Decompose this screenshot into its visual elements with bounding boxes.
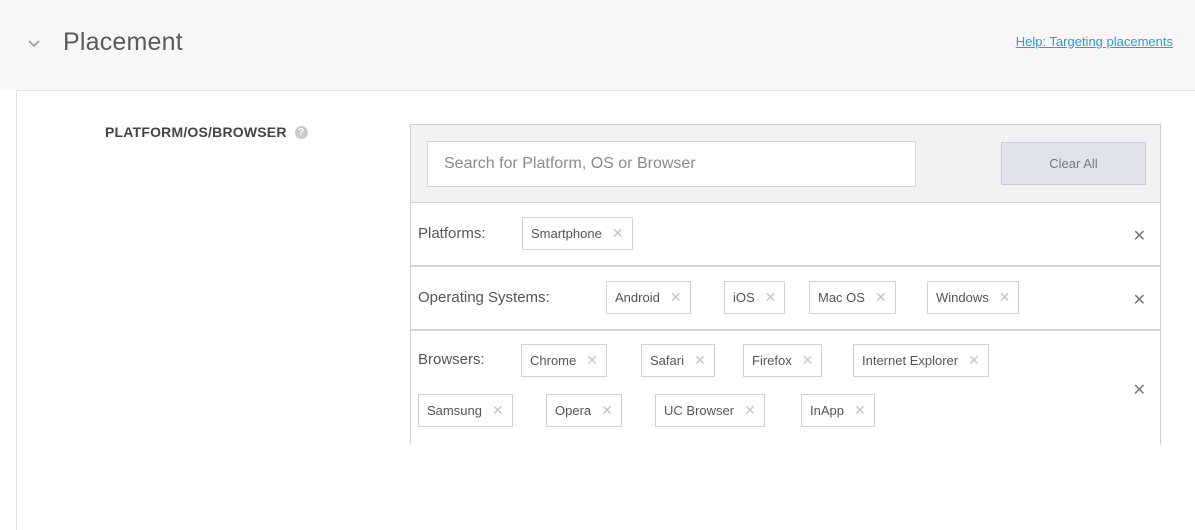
- chip-safari: Safari ✕: [641, 344, 715, 377]
- chip-ios: iOS ✕: [724, 281, 786, 314]
- field-label-text: PLATFORM/OS/BROWSER: [105, 124, 287, 140]
- browsers-label: Browsers:: [418, 351, 485, 368]
- chip-mac-os: Mac OS ✕: [809, 281, 896, 314]
- close-icon[interactable]: ✕: [670, 289, 682, 306]
- chip-inapp: InApp ✕: [801, 394, 875, 427]
- chip-label: Firefox: [752, 353, 792, 368]
- chip-windows: Windows ✕: [927, 281, 1020, 314]
- chip-android: Android ✕: [606, 281, 691, 314]
- chip-label: Mac OS: [818, 290, 865, 305]
- section-header: Placement Help: Targeting placements: [0, 0, 1195, 90]
- chip-label: Safari: [650, 353, 684, 368]
- close-icon[interactable]: ✕: [968, 352, 980, 369]
- chip-label: Internet Explorer: [862, 353, 959, 368]
- chip-label: UC Browser: [664, 403, 735, 418]
- chip-opera: Opera ✕: [546, 394, 622, 427]
- chip-label: Opera: [555, 403, 592, 418]
- chip-chrome: Chrome ✕: [521, 344, 607, 377]
- help-targeting-link[interactable]: Help: Targeting placements: [1016, 34, 1173, 49]
- operating-systems-label: Operating Systems:: [418, 289, 550, 306]
- close-icon[interactable]: ✕: [601, 402, 613, 419]
- search-area: Clear All: [411, 125, 1160, 203]
- close-icon[interactable]: ✕: [854, 402, 866, 419]
- platform-os-browser-selector: Clear All Platforms: Smartphone ✕ ✕ Oper…: [410, 124, 1161, 444]
- chip-label: Chrome: [530, 353, 577, 368]
- close-icon[interactable]: ✕: [492, 402, 504, 419]
- platforms-row: Platforms: Smartphone ✕ ✕: [411, 203, 1160, 267]
- browsers-row: Browsers: Chrome ✕ Safari ✕ Firefox ✕ In…: [411, 331, 1160, 444]
- close-icon[interactable]: ✕: [765, 289, 777, 306]
- chip-label: Smartphone: [531, 226, 602, 241]
- section-title: Placement: [63, 28, 183, 56]
- chip-internet-explorer: Internet Explorer ✕: [853, 344, 989, 377]
- chip-label: Windows: [936, 290, 989, 305]
- chip-label: Samsung: [427, 403, 482, 418]
- close-icon[interactable]: ✕: [999, 289, 1011, 306]
- chip-samsung: Samsung ✕: [418, 394, 513, 427]
- chip-label: Android: [615, 290, 660, 305]
- chip-smartphone: Smartphone ✕: [522, 217, 633, 250]
- platforms-label: Platforms:: [418, 225, 486, 242]
- close-icon[interactable]: ✕: [1133, 226, 1146, 246]
- field-label: PLATFORM/OS/BROWSER ?: [105, 124, 308, 140]
- close-icon[interactable]: ✕: [1133, 290, 1146, 310]
- chip-label: iOS: [733, 290, 755, 305]
- search-input[interactable]: [427, 141, 916, 187]
- close-icon[interactable]: ✕: [694, 352, 706, 369]
- close-icon[interactable]: ✕: [586, 352, 598, 369]
- chip-label: InApp: [810, 403, 844, 418]
- chip-firefox: Firefox ✕: [743, 344, 823, 377]
- close-icon[interactable]: ✕: [744, 402, 756, 419]
- clear-all-button[interactable]: Clear All: [1001, 142, 1146, 185]
- close-icon[interactable]: ✕: [612, 225, 624, 242]
- close-icon[interactable]: ✕: [875, 289, 887, 306]
- operating-systems-row: Operating Systems: Android ✕ iOS ✕ Mac O…: [411, 267, 1160, 331]
- close-icon[interactable]: ✕: [1133, 380, 1146, 400]
- chevron-down-icon[interactable]: [27, 38, 41, 50]
- chip-uc-browser: UC Browser ✕: [655, 394, 765, 427]
- close-icon[interactable]: ✕: [802, 352, 814, 369]
- help-icon[interactable]: ?: [294, 125, 308, 139]
